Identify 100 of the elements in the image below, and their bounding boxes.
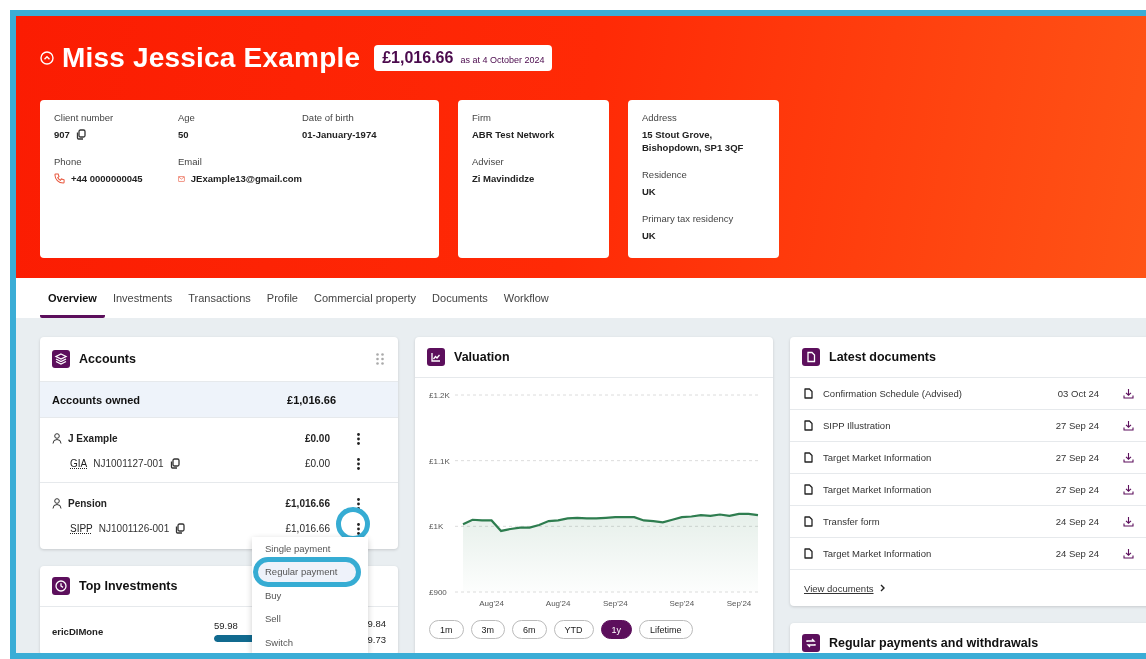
more-icon (356, 457, 360, 470)
field-value: 50 (178, 128, 189, 141)
document-date: 24 Sep 24 (1055, 548, 1099, 559)
range-button[interactable]: 1y (600, 620, 633, 639)
field-label: Firm (472, 112, 491, 123)
field-value: +44 0000000045 (71, 172, 143, 185)
account-type: SIPP (70, 523, 93, 534)
field-value: JExample13@gmail.com (190, 172, 302, 185)
summary-value: £1,016.66 (287, 393, 336, 406)
copy-icon[interactable] (169, 458, 180, 469)
field-label: Age (178, 112, 195, 123)
menu-item[interactable]: Single payment (252, 536, 368, 560)
card-title: Latest documents (829, 350, 936, 364)
field-label: Email (178, 156, 202, 167)
document-name[interactable]: SIPP Illustration (823, 420, 1046, 431)
axis-label: Sep'24 (602, 599, 628, 608)
investment-value: 9.84 (367, 617, 386, 629)
field-label: Date of birth (302, 112, 354, 123)
tab[interactable]: Profile (258, 278, 306, 318)
range-button[interactable]: YTD (553, 620, 594, 639)
clock-icon (52, 577, 70, 595)
document-date: 27 Sep 24 (1055, 452, 1099, 463)
field-value: UK (642, 185, 656, 198)
chevron-right-icon (879, 584, 885, 592)
tab[interactable]: Investments (104, 278, 181, 318)
account-value: £1,016.66 (284, 523, 330, 534)
field-label: Primary tax residency (642, 213, 734, 224)
email-icon (178, 173, 185, 184)
person-icon (52, 498, 62, 509)
field-value: Zi Mavindidze (472, 172, 535, 185)
investment-value: 9.73 (367, 633, 386, 645)
document-date: 27 Sep 24 (1055, 420, 1099, 431)
axis-label: £900 (429, 588, 447, 597)
tab[interactable]: Documents (424, 278, 496, 318)
download-icon[interactable] (1123, 388, 1134, 399)
tab[interactable]: Overview (40, 278, 105, 318)
card-title: Accounts (79, 352, 136, 366)
chart-icon (427, 348, 445, 366)
range-button[interactable]: Lifetime (639, 620, 693, 639)
field-label: Residence (642, 169, 687, 180)
download-icon[interactable] (1123, 484, 1134, 495)
document-name[interactable]: Confirmation Schedule (Advised) (823, 388, 1048, 399)
owner-total: £1,016.66 (284, 498, 330, 509)
range-button[interactable]: 6m (512, 620, 547, 639)
download-icon[interactable] (1123, 516, 1134, 527)
document-name[interactable]: Target Market Information (823, 452, 1046, 463)
drag-handle-icon[interactable] (376, 353, 384, 365)
view-documents-link[interactable]: View documents (804, 582, 874, 594)
document-name[interactable]: Target Market Information (823, 484, 1046, 495)
portfolio-value: £1,016.66 (382, 49, 454, 67)
document-date: 03 Oct 24 (1057, 388, 1099, 399)
document-date: 24 Sep 24 (1055, 516, 1099, 527)
range-button[interactable]: 1m (429, 620, 464, 639)
field-value: 01-January-1974 (302, 128, 377, 141)
axis-label: Sep'24 (726, 599, 752, 608)
axis-label: Aug'24 (479, 599, 504, 608)
download-icon[interactable] (1123, 548, 1134, 559)
summary-label: Accounts owned (52, 393, 141, 406)
investment-name: ericDIMone (52, 625, 105, 637)
axis-label: Sep'24 (669, 599, 695, 608)
axis-label: £1.2K (429, 391, 450, 400)
investment-value: 59.98 (214, 620, 238, 631)
file-icon (804, 452, 813, 463)
client-name: Miss Jessica Example (62, 42, 361, 74)
document-date: 27 Sep 24 (1055, 484, 1099, 495)
download-icon[interactable] (1123, 420, 1134, 431)
owner-total: £0.00 (303, 433, 330, 444)
more-icon (356, 522, 360, 535)
axis-label: £1.1K (429, 456, 450, 466)
account-number: NJ1001126-001 (98, 523, 170, 534)
file-icon (804, 548, 813, 559)
field-value: 907 (54, 128, 70, 141)
more-icon (356, 432, 360, 445)
phone-icon (54, 173, 65, 184)
file-icon (804, 484, 813, 495)
accounts-icon (52, 350, 70, 368)
copy-icon[interactable] (175, 523, 186, 534)
card-title: Top Investments (79, 579, 178, 593)
menu-item[interactable]: Sell (252, 607, 368, 631)
document-name[interactable]: Transfer form (823, 516, 1046, 527)
copy-icon[interactable] (75, 129, 86, 140)
collapse-icon[interactable] (40, 51, 54, 65)
tab[interactable]: Workflow (495, 278, 557, 318)
axis-label: Aug'24 (545, 599, 571, 608)
axis-label: £1K (429, 522, 444, 532)
person-icon (52, 433, 62, 444)
field-label: Adviser (472, 156, 504, 167)
download-icon[interactable] (1123, 452, 1134, 463)
document-icon (802, 348, 820, 366)
tab[interactable]: Transactions (180, 278, 259, 318)
menu-item[interactable]: Regular payment (256, 560, 358, 584)
document-name[interactable]: Target Market Information (823, 548, 1046, 559)
range-button[interactable]: 3m (470, 620, 506, 639)
account-owner: Pension (68, 498, 107, 509)
field-value: UK (642, 229, 656, 242)
field-label: Client number (54, 112, 114, 123)
menu-item[interactable]: Switch (252, 630, 368, 653)
field-label: Phone (54, 156, 82, 167)
account-owner: J Example (68, 433, 118, 444)
tab[interactable]: Commercial property (306, 278, 425, 318)
